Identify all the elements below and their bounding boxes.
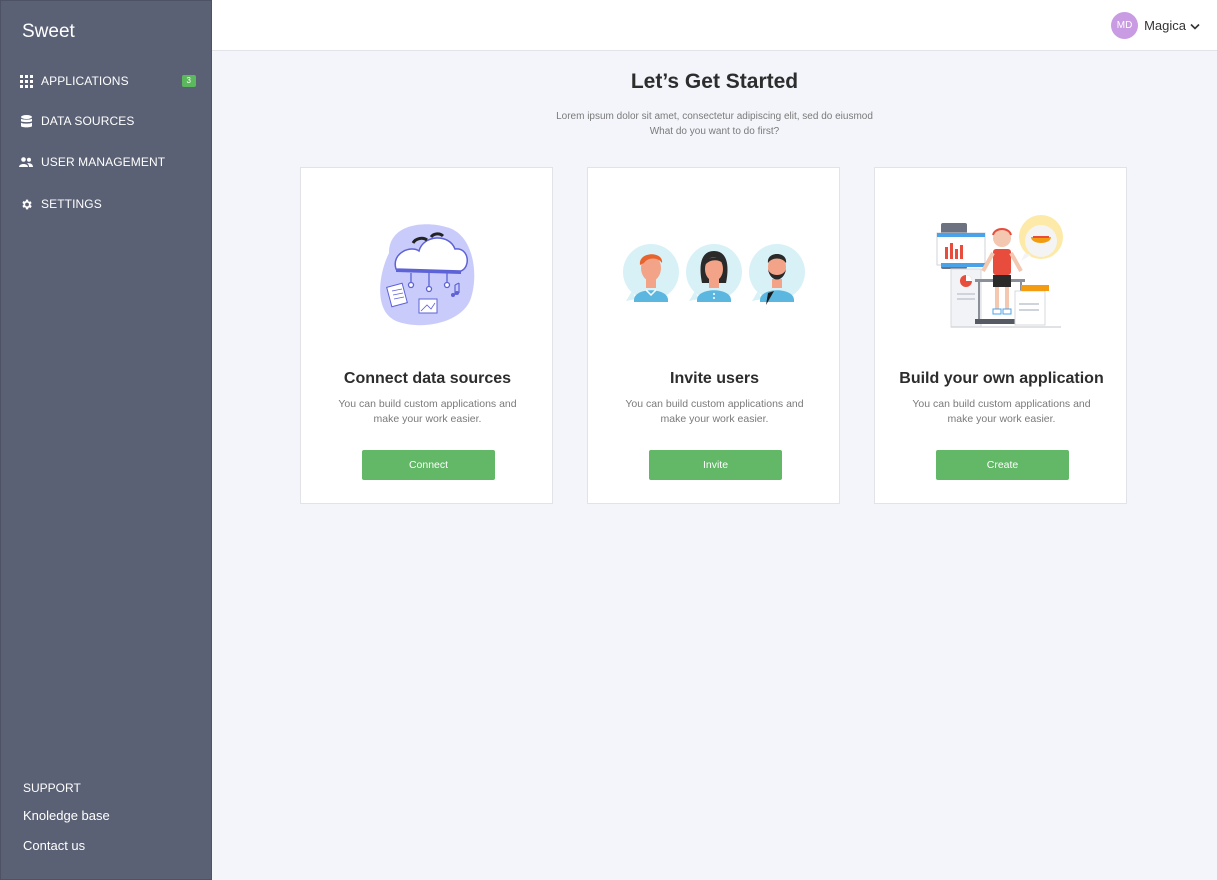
sidebar-item-label: APPLICATIONS (41, 74, 129, 88)
cloud-data-illustration (301, 213, 554, 333)
user-menu[interactable]: MD Magica (1111, 12, 1200, 39)
build-app-illustration (875, 213, 1128, 333)
card-title: Invite users (670, 370, 759, 387)
avatar: MD (1111, 12, 1139, 39)
database-icon (19, 114, 33, 128)
sidebar-item-data-sources[interactable]: DATA SOURCES (1, 107, 213, 135)
sidebar-item-user-management[interactable]: USER MANAGEMENT (1, 148, 213, 176)
top-bar: MD Magica (212, 0, 1217, 51)
card-description: You can build custom applications and ma… (338, 398, 517, 425)
sidebar-item-applications[interactable]: APPLICATIONS 3 (1, 67, 213, 95)
page-title: Let’s Get Started (630, 70, 799, 93)
sidebar-item-label: SETTINGS (41, 197, 102, 211)
users-illustration (588, 213, 841, 333)
card-description: You can build custom applications and ma… (912, 398, 1091, 425)
user-name: Magica (1144, 18, 1186, 33)
card-title: Connect data sources (343, 370, 512, 387)
sidebar-item-label: USER MANAGEMENT (41, 155, 166, 169)
card-description: You can build custom applications and ma… (625, 398, 804, 425)
support-heading: SUPPORT (23, 781, 81, 795)
gear-icon (19, 197, 33, 211)
page-subtitle: Lorem ipsum dolor sit amet, consectetur … (556, 111, 873, 122)
build-application-card: Build your own application You can build… (874, 167, 1127, 504)
knowledge-base-link[interactable]: Knoledge base (23, 808, 110, 823)
connect-data-sources-card: Connect data sources You can build custo… (300, 167, 553, 504)
grid-icon (19, 74, 33, 88)
invite-users-card: Invite users You can build custom applic… (587, 167, 840, 504)
page-question: What do you want to do first? (649, 126, 780, 137)
brand-logo[interactable]: Sweet (22, 21, 75, 43)
users-icon (19, 155, 33, 169)
chevron-down-icon (1190, 17, 1200, 35)
sidebar-item-settings[interactable]: SETTINGS (1, 190, 213, 218)
card-title: Build your own application (899, 370, 1104, 387)
invite-button[interactable]: Invite (649, 450, 782, 480)
contact-us-link[interactable]: Contact us (23, 838, 85, 853)
create-button[interactable]: Create (936, 450, 1069, 480)
connect-button[interactable]: Connect (362, 450, 495, 480)
applications-count-badge: 3 (181, 75, 196, 87)
sidebar-item-label: DATA SOURCES (41, 114, 135, 128)
sidebar: Sweet APPLICATIONS 3 DATA SOURCES USER M… (0, 0, 212, 880)
